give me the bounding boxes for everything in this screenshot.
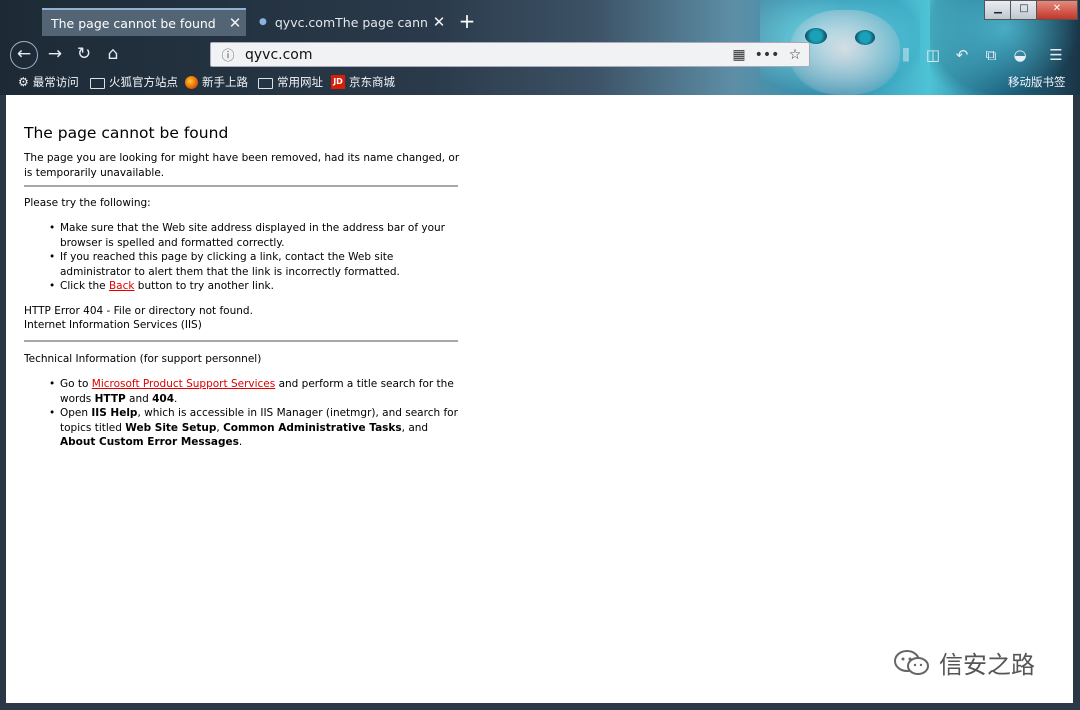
bookmark-most-visited[interactable]: ⚙ 最常访问	[18, 74, 79, 90]
tab-inactive[interactable]: ● qyvc.comThe page cannot be found ✕	[250, 8, 450, 36]
list-item: • If you reached this page by clicking a …	[49, 251, 400, 278]
qr-code-icon[interactable]: ▦	[725, 47, 753, 63]
bookmark-label: 最常访问	[32, 75, 79, 89]
list-item: • Click the Back button to try another li…	[49, 280, 274, 292]
menu-icon[interactable]: ☰	[1045, 44, 1067, 66]
undo-icon[interactable]: ↶	[951, 44, 973, 66]
navigation-toolbar: ← → ↻ ⌂ ⓘ qyvc.com ▦ ••• ☆ ⫼ ◫ ↶ ⧉ ◒ ☰	[0, 38, 1080, 70]
folder-icon	[90, 77, 105, 89]
try-list: • Make sure that the Web site address dis…	[24, 221, 464, 294]
divider	[24, 340, 458, 342]
sidebar-icon[interactable]: ◫	[922, 44, 944, 66]
library-icon[interactable]: ⫼	[895, 44, 917, 66]
bookmark-label: 火狐官方站点	[109, 75, 178, 89]
folder-icon	[258, 77, 273, 89]
info-icon[interactable]: ⓘ	[217, 45, 239, 64]
page-title: The page cannot be found	[24, 124, 229, 142]
wechat-icon	[893, 649, 931, 677]
back-link[interactable]: Back	[109, 280, 135, 292]
watermark-text: 信安之路	[939, 651, 1035, 679]
list-item: • Open IIS Help, which is accessible in I…	[49, 407, 458, 448]
tab-dot-icon: ●	[259, 17, 267, 27]
back-icon[interactable]: ←	[10, 41, 38, 69]
new-tab-button[interactable]: +	[455, 8, 479, 36]
tech-heading: Technical Information (for support perso…	[24, 353, 262, 365]
bookmark-getting-started[interactable]: 新手上路	[185, 74, 248, 90]
forward-icon[interactable]: →	[42, 41, 68, 67]
bookmark-label: 移动版书签	[1008, 75, 1066, 89]
close-tab-icon[interactable]: ✕	[428, 13, 450, 31]
tab-title: The page cannot be found	[51, 15, 216, 31]
try-heading: Please try the following:	[24, 197, 151, 209]
firefox-icon	[185, 75, 198, 89]
browser-window: ▁ □ ✕ The page cannot be found ✕ ● qyvc.…	[0, 0, 1080, 710]
bookmark-mobile[interactable]: 移动版书签	[1008, 74, 1066, 90]
list-item: • Make sure that the Web site address dis…	[49, 222, 445, 249]
watermark: 信安之路	[893, 645, 1035, 680]
url-text[interactable]: qyvc.com	[245, 47, 725, 63]
gear-icon: ⚙	[18, 75, 29, 89]
tech-list: • Go to Microsoft Product Support Service…	[24, 377, 464, 450]
tab-strip: The page cannot be found ✕ ● qyvc.comThe…	[0, 6, 1080, 36]
screenshot-icon[interactable]: ⧉	[980, 44, 1002, 66]
bookmark-label: 京东商城	[349, 75, 395, 89]
divider	[24, 185, 458, 187]
tab-title: qyvc.comThe page cannot be found	[274, 14, 428, 30]
window-bottom-edge	[0, 703, 1080, 710]
bookmark-label: 新手上路	[202, 75, 248, 89]
jd-icon: JD	[331, 75, 345, 89]
error-line: HTTP Error 404 - File or directory not f…	[24, 305, 253, 317]
page-content: The page cannot be found The page you ar…	[6, 95, 1073, 703]
bookmark-jd[interactable]: JD 京东商城	[331, 74, 395, 90]
bookmark-common-sites[interactable]: 常用网址	[258, 74, 323, 90]
intro-text: The page you are looking for might have …	[24, 152, 460, 179]
list-item: • Go to Microsoft Product Support Service…	[49, 378, 454, 405]
tab-active[interactable]: The page cannot be found ✕	[42, 8, 246, 36]
address-bar[interactable]: ⓘ qyvc.com ▦ ••• ☆	[210, 42, 810, 67]
bookmark-firefox-official[interactable]: 火狐官方站点	[90, 74, 178, 90]
home-icon[interactable]: ⌂	[100, 41, 126, 67]
bookmark-label: 常用网址	[277, 75, 323, 89]
mask-icon[interactable]: ◒	[1009, 44, 1031, 66]
support-link[interactable]: Microsoft Product Support Services	[92, 378, 275, 390]
server-line: Internet Information Services (IIS)	[24, 319, 202, 331]
star-icon[interactable]: ☆	[781, 47, 809, 63]
bookmarks-toolbar: ⚙ 最常访问 火狐官方站点 新手上路 常用网址 JD 京东商城 移动版书签	[0, 72, 1080, 93]
reload-icon[interactable]: ↻	[71, 41, 97, 67]
more-icon[interactable]: •••	[753, 47, 781, 63]
close-tab-icon[interactable]: ✕	[224, 14, 246, 32]
